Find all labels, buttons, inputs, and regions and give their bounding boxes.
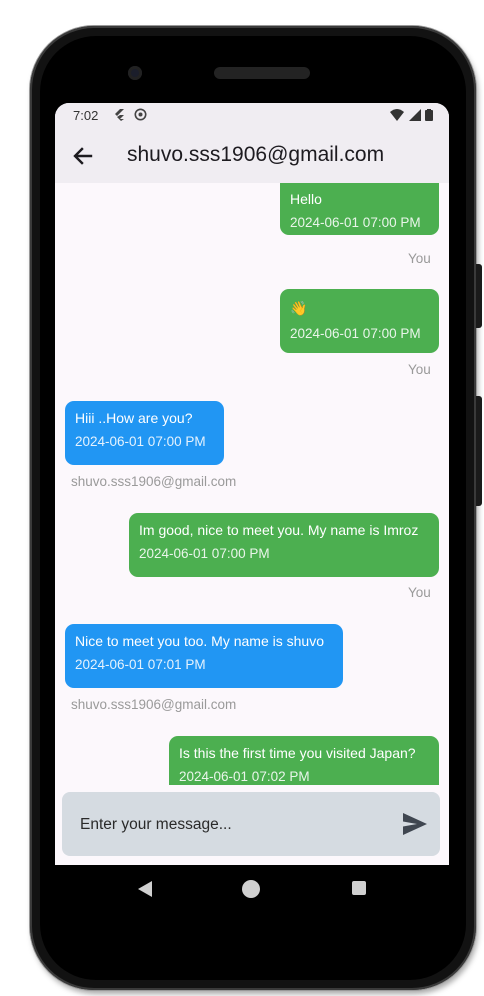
arrow-left-icon[interactable]: [69, 142, 97, 170]
front-camera: [128, 66, 142, 80]
system-nav-bar: [55, 866, 449, 912]
message-bubble[interactable]: 👋 2024-06-01 07:00 PM: [280, 289, 439, 353]
app-screen: 7:02 shuvo.sss1906@gmail.com Hello 2024-…: [55, 103, 449, 865]
status-system-icons: [390, 107, 433, 121]
message-text: Hiii ..How are you?: [75, 410, 193, 426]
volume-button: [476, 264, 482, 328]
message-bubble[interactable]: Is this the first time you visited Japan…: [169, 736, 439, 785]
power-button: [476, 396, 482, 506]
send-icon[interactable]: [402, 812, 428, 836]
message-bubble[interactable]: Im good, nice to meet you. My name is Im…: [129, 513, 439, 577]
message-text: 👋: [290, 300, 308, 316]
app-bar: shuvo.sss1906@gmail.com: [55, 129, 449, 183]
message-text: Nice to meet you too. My name is shuvo: [75, 633, 324, 649]
message-text: Is this the first time you visited Japan…: [179, 745, 416, 761]
message-timestamp: 2024-06-01 07:00 PM: [290, 215, 421, 230]
message-sender: shuvo.sss1906@gmail.com: [71, 474, 237, 489]
message-composer: [62, 792, 440, 856]
message-text: Hello: [290, 191, 322, 207]
message-input[interactable]: [78, 812, 382, 838]
message-list[interactable]: Hello 2024-06-01 07:00 PM You 👋 2024-06-…: [55, 183, 449, 785]
wifi-icon: [390, 108, 405, 121]
nav-recents-icon[interactable]: [352, 881, 366, 895]
status-time: 7:02: [73, 108, 99, 123]
battery-icon: [425, 108, 433, 121]
message-bubble[interactable]: Hiii ..How are you? 2024-06-01 07:00 PM: [65, 401, 224, 465]
message-sender: You: [408, 585, 431, 600]
message-timestamp: 2024-06-01 07:00 PM: [75, 434, 206, 449]
face-icon: [134, 108, 147, 121]
message-sender: shuvo.sss1906@gmail.com: [71, 697, 237, 712]
flutter-icon: [115, 108, 124, 121]
page-title: shuvo.sss1906@gmail.com: [127, 143, 385, 166]
status-notification-icons: [113, 107, 147, 121]
message-timestamp: 2024-06-01 07:01 PM: [75, 657, 206, 672]
nav-back-icon[interactable]: [137, 880, 153, 898]
message-timestamp: 2024-06-01 07:02 PM: [179, 769, 310, 784]
message-sender: You: [408, 251, 431, 266]
message-bubble[interactable]: Nice to meet you too. My name is shuvo 2…: [65, 624, 343, 688]
message-sender: You: [408, 362, 431, 377]
message-timestamp: 2024-06-01 07:00 PM: [139, 546, 270, 561]
nav-home-icon[interactable]: [242, 880, 260, 898]
signal-icon: [408, 108, 421, 121]
message-timestamp: 2024-06-01 07:00 PM: [290, 326, 421, 341]
message-bubble[interactable]: Hello 2024-06-01 07:00 PM: [280, 183, 439, 235]
message-text: Im good, nice to meet you. My name is Im…: [139, 522, 419, 538]
earpiece-speaker: [214, 67, 310, 79]
status-bar: 7:02: [55, 103, 449, 129]
